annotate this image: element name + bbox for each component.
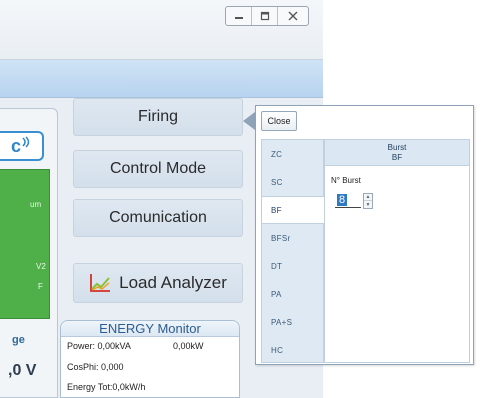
control-mode-label: Control Mode xyxy=(109,160,207,177)
firing-mode-popup: Close ZC SC BF BFSr DT PA PA+S HC Burst … xyxy=(255,105,474,365)
communication-button[interactable]: Comunication xyxy=(73,199,243,237)
firing-label: Firing xyxy=(137,108,178,125)
mode-item-pa[interactable]: PA xyxy=(262,280,323,308)
status-block: um V2 F xyxy=(0,169,50,319)
power-kw: 0,00kW xyxy=(173,341,204,351)
detail-subtitle: BF xyxy=(391,153,403,162)
brand-logo: c xyxy=(0,131,44,161)
energy-monitor: ENERGY Monitor Power: 0,00kVA 0,00kW Cos… xyxy=(60,320,240,398)
cosphi-value: CosPhi: 0,000 xyxy=(67,362,124,372)
energy-monitor-title: ENERGY Monitor xyxy=(61,321,239,337)
maximize-icon xyxy=(260,11,269,21)
control-mode-button[interactable]: Control Mode xyxy=(73,150,243,188)
popup-pointer xyxy=(243,112,255,130)
burst-count-value: 8 xyxy=(337,194,348,206)
minimize-button[interactable] xyxy=(226,7,252,25)
mode-item-dt[interactable]: DT xyxy=(262,252,323,280)
load-analyzer-label: Load Analyzer xyxy=(119,273,227,292)
mode-item-zc[interactable]: ZC xyxy=(262,140,323,168)
mode-detail-panel: Burst BF N° Burst 8 ▲ ▼ xyxy=(324,139,470,363)
burst-count-spinner[interactable]: ▲ ▼ xyxy=(363,193,373,209)
detail-header: Burst BF xyxy=(325,140,469,166)
spin-up-icon[interactable]: ▲ xyxy=(364,194,372,201)
status-text-2: V2 xyxy=(36,262,46,271)
firing-button[interactable]: Firing xyxy=(73,98,243,136)
close-window-button[interactable] xyxy=(278,7,308,25)
window-controls xyxy=(225,6,309,26)
chart-icon xyxy=(90,274,111,292)
voltage-label: ge xyxy=(12,334,25,346)
load-analyzer-button[interactable]: Load Analyzer xyxy=(73,263,243,303)
burst-count-label: N° Burst xyxy=(331,176,361,185)
mode-item-bf[interactable]: BF xyxy=(262,196,324,224)
close-popup-button[interactable]: Close xyxy=(261,111,297,131)
detail-title: Burst xyxy=(387,143,407,152)
header-bar xyxy=(0,60,323,98)
energy-total: Energy Tot:0,0kW/h xyxy=(67,382,146,392)
mode-item-bfsr[interactable]: BFSr xyxy=(262,224,323,252)
burst-count-input[interactable]: 8 xyxy=(335,193,361,208)
title-bar xyxy=(0,0,323,60)
close-icon xyxy=(288,11,298,21)
logo-text: c xyxy=(10,135,21,156)
status-text-1: um xyxy=(30,200,42,209)
communication-label: Comunication xyxy=(109,209,207,226)
minimize-icon xyxy=(234,17,243,19)
mode-item-sc[interactable]: SC xyxy=(262,168,323,196)
mode-item-hc[interactable]: HC xyxy=(262,336,323,364)
signal-icon xyxy=(22,136,30,148)
voltage-value: ,0 V xyxy=(8,362,37,379)
status-text-3: F xyxy=(38,282,43,291)
device-panel: c um V2 F ge ,0 V xyxy=(0,108,58,398)
maximize-button[interactable] xyxy=(252,7,278,25)
power-kva: Power: 0,00kVA xyxy=(67,341,131,351)
firing-mode-list: ZC SC BF BFSr DT PA PA+S HC xyxy=(261,139,324,363)
mode-item-pa-s[interactable]: PA+S xyxy=(262,308,323,336)
spin-down-icon[interactable]: ▼ xyxy=(364,201,372,208)
